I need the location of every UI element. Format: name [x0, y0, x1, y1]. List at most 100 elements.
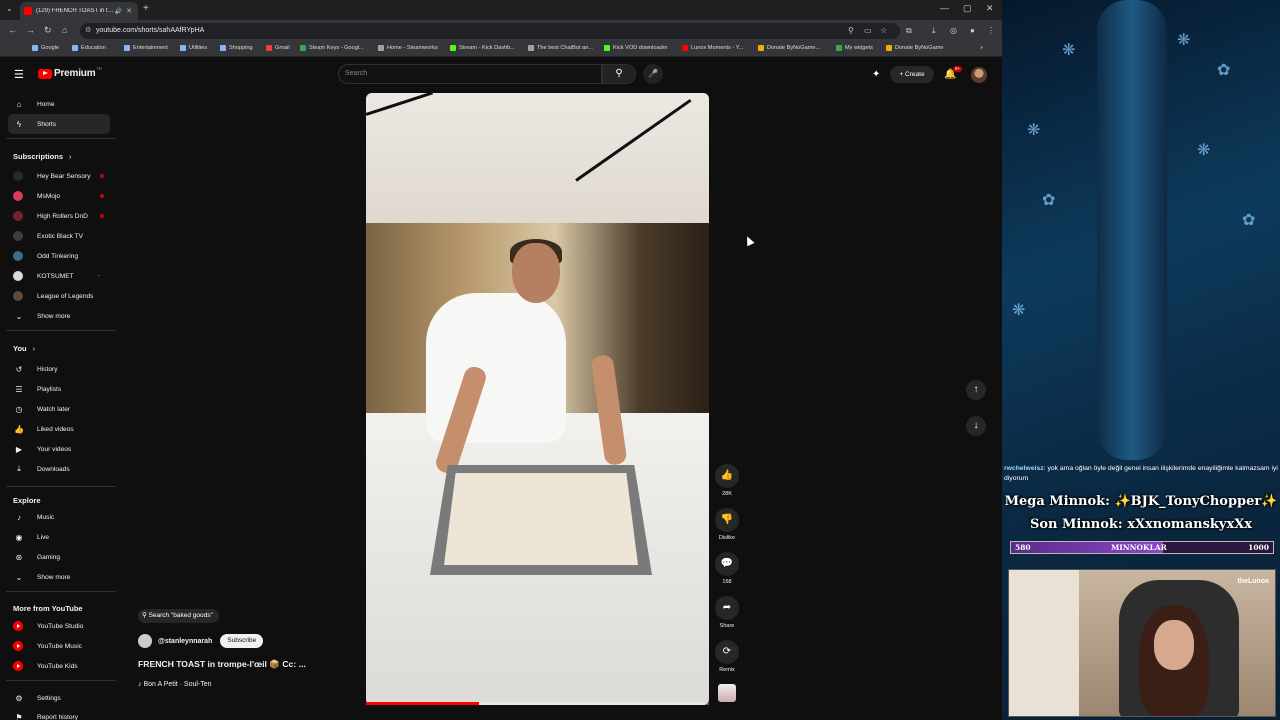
- bookmarks-overflow-icon[interactable]: »: [980, 45, 983, 51]
- speaker-icon[interactable]: 🔊: [115, 8, 122, 15]
- close-window-icon[interactable]: ✕: [986, 3, 994, 14]
- sound-thumbnail[interactable]: [718, 684, 736, 702]
- youtube-logo[interactable]: Premium TR: [38, 66, 102, 79]
- sidebar-item-you-0[interactable]: ↺ History: [8, 359, 110, 379]
- remix-button[interactable]: ⟳ Remix: [712, 640, 742, 673]
- reload-icon[interactable]: ↻: [44, 25, 52, 36]
- maximize-icon[interactable]: ▢: [963, 3, 972, 14]
- sidebar-item-channel[interactable]: High Rollers DnD: [8, 206, 110, 226]
- bookmark-item[interactable]: My widgets: [836, 45, 873, 51]
- search-input[interactable]: Search: [338, 64, 602, 84]
- channel-name[interactable]: @stanleynnarah: [158, 638, 212, 645]
- sidebar-item-report-history[interactable]: ⚑ Report history: [8, 707, 110, 720]
- like-button[interactable]: 👍 28K: [712, 464, 742, 497]
- browser-menu-icon[interactable]: ⋮: [987, 26, 995, 35]
- previous-short-button[interactable]: ↑: [966, 380, 986, 400]
- sidebar-item-explore-2[interactable]: ⊛ Gaming: [8, 547, 110, 567]
- channel-avatar[interactable]: [138, 634, 152, 648]
- explore-show-more[interactable]: ⌄ Show more: [8, 567, 110, 587]
- sidebar-item-settings[interactable]: ⚙ Settings: [8, 688, 110, 708]
- bookmark-item[interactable]: The best ChatBot an...: [528, 45, 593, 51]
- sidebar-item-explore-0[interactable]: ♪ Music: [8, 507, 110, 527]
- search-button[interactable]: ⚲: [602, 64, 636, 84]
- minimize-icon[interactable]: —: [940, 3, 949, 13]
- sidebar-item-channel[interactable]: MsMojo: [8, 186, 110, 206]
- new-tab-icon[interactable]: +: [143, 3, 149, 14]
- you-heading[interactable]: You ›: [13, 344, 35, 353]
- comments-button[interactable]: 💬 168: [712, 552, 742, 585]
- browser-tab[interactable]: (129) FRENCH TOAST in tro... 🔊 ✕: [20, 2, 138, 20]
- bookmark-item[interactable]: Kick VOD downloader: [604, 45, 668, 51]
- bookmark-item[interactable]: Utilities: [180, 45, 207, 51]
- short-title[interactable]: FRENCH TOAST in trompe-l'œil 📦 Cc: ...: [138, 659, 306, 670]
- bookmark-item[interactable]: Stream - Kick Dashb...: [450, 45, 515, 51]
- notification-badge: 9+: [953, 66, 963, 72]
- sidebar-item-more-0[interactable]: YouTube Studio: [8, 616, 110, 636]
- short-video-player[interactable]: [366, 93, 709, 705]
- bookmark-item[interactable]: Gmail: [266, 45, 290, 51]
- sidebar-item-more-2[interactable]: YouTube Kids: [8, 656, 110, 676]
- sidebar-item-channel[interactable]: Hey Bear Sensory: [8, 166, 110, 186]
- avatar[interactable]: [971, 67, 987, 83]
- sidebar-item-you-2[interactable]: ◷ Watch later: [8, 399, 110, 419]
- sidebar-item-you-4[interactable]: ▶ Your videos: [8, 439, 110, 459]
- sidebar-item-shorts[interactable]: ϟ Shorts: [8, 114, 110, 134]
- sidebar-item-you-3[interactable]: 👍 Liked videos: [8, 419, 110, 439]
- sidebar-item-explore-1[interactable]: ◉ Live: [8, 527, 110, 547]
- bookmark-item[interactable]: Shopping: [220, 45, 253, 51]
- url-field[interactable]: ⚙ youtube.com/shorts/sahAAfRYpHA: [80, 23, 900, 39]
- sparkle-icon[interactable]: ✦: [872, 69, 880, 80]
- bookmark-item[interactable]: Steam Keys - Googl...: [300, 45, 364, 51]
- subscribe-button[interactable]: Subscribe: [220, 634, 264, 648]
- bookmark-item[interactable]: Google: [32, 45, 59, 51]
- zoom-icon[interactable]: ⚲: [848, 26, 854, 35]
- home-icon[interactable]: ⌂: [62, 25, 67, 35]
- short-sound[interactable]: ♪ Bon A Petit · Soul-Ten: [138, 681, 212, 688]
- chevron-right-icon: ›: [32, 344, 36, 353]
- sidebar-item-you-1[interactable]: ☰ Playlists: [8, 379, 110, 399]
- download-icon[interactable]: ⤓: [932, 26, 936, 36]
- profile-icon[interactable]: ◎: [950, 26, 957, 35]
- bookmark-item[interactable]: Donate ByNoGame: [886, 45, 944, 51]
- bookmark-star-icon[interactable]: ☆: [880, 26, 887, 35]
- bookmark-item[interactable]: Home - Steamworks: [378, 45, 438, 51]
- menu-icon[interactable]: ☰: [14, 68, 24, 81]
- next-short-button[interactable]: ↓: [966, 416, 986, 436]
- video-progress-track[interactable]: [479, 702, 709, 705]
- bookmark-item[interactable]: Education: [72, 45, 106, 51]
- sidebar-item-channel[interactable]: KOTSUMET -: [8, 266, 110, 286]
- subs-show-more[interactable]: ⌄ Show more: [8, 306, 110, 326]
- channel-label: Exotic Black TV: [37, 232, 84, 240]
- url-text: youtube.com/shorts/sahAAfRYpHA: [96, 27, 205, 34]
- extensions-icon[interactable]: ⧉: [906, 26, 912, 36]
- explore-heading[interactable]: Explore: [13, 496, 41, 505]
- search-suggestion-chip[interactable]: ⚲ Search "baked goods": [138, 609, 219, 623]
- share-button[interactable]: ➦ Share: [712, 596, 742, 629]
- voice-search-button[interactable]: 🎤: [643, 64, 663, 84]
- microphone-icon: 🎤: [648, 69, 658, 78]
- sidebar-item-channel[interactable]: Odd Tinkering: [8, 246, 110, 266]
- bookmark-item[interactable]: Lunox Moments - Y...: [682, 45, 743, 51]
- sidebar-item-channel[interactable]: League of Legends: [8, 286, 110, 306]
- sidebar-item-home[interactable]: ⌂ Home: [8, 94, 110, 114]
- dislike-button[interactable]: 👎 Dislike: [712, 508, 742, 541]
- sidebar-item-you-5[interactable]: ⤓ Downloads: [8, 459, 110, 479]
- youtube-favicon-icon: [24, 7, 32, 15]
- video-progress-played[interactable]: [366, 702, 479, 705]
- bookmark-label: The best ChatBot an...: [537, 45, 593, 51]
- subscriptions-heading[interactable]: Subscriptions ›: [13, 152, 72, 161]
- bookmark-item[interactable]: Entertainment: [124, 45, 168, 51]
- back-icon[interactable]: ←: [8, 25, 17, 35]
- sidebar-item-channel[interactable]: Exotic Black TV: [8, 226, 110, 246]
- create-button[interactable]: + Create: [890, 66, 934, 83]
- site-info-icon[interactable]: ⚙: [85, 23, 91, 39]
- sidebar-item-more-1[interactable]: YouTube Music: [8, 636, 110, 656]
- bookmark-item[interactable]: Donate ByNoGame...: [758, 45, 820, 51]
- bookmark-icon: [220, 45, 226, 51]
- more-from-youtube-heading[interactable]: More from YouTube: [13, 604, 83, 613]
- cast-icon[interactable]: ▭: [864, 26, 872, 35]
- forward-icon[interactable]: →: [26, 25, 35, 35]
- close-tab-icon[interactable]: ✕: [124, 7, 134, 15]
- account-icon[interactable]: ●: [970, 26, 975, 35]
- tab-search-icon[interactable]: ⌄: [6, 4, 13, 13]
